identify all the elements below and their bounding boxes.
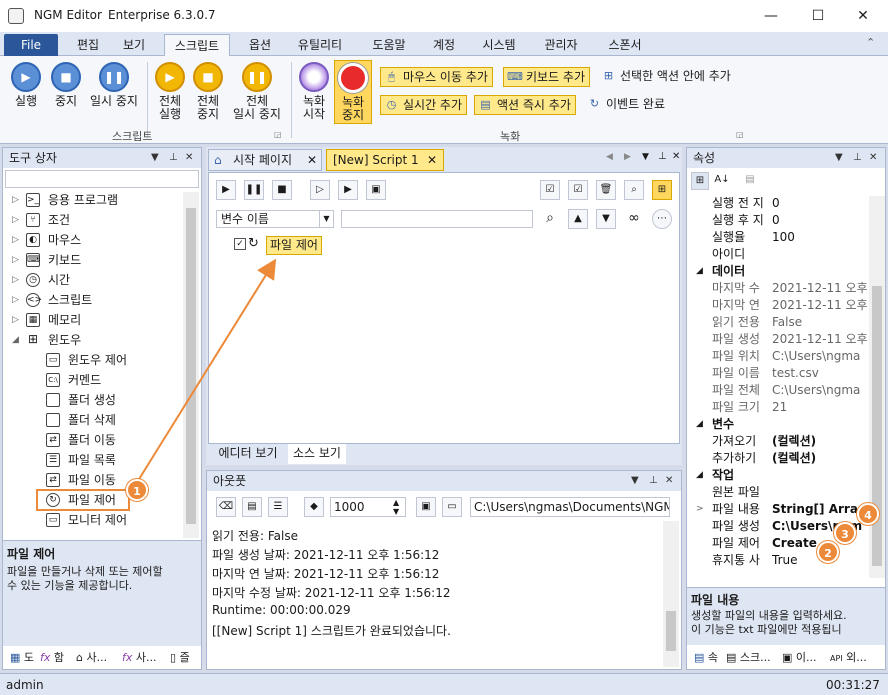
callout-badge-4: 4 (857, 503, 879, 525)
callout-badge-2: 2 (817, 541, 839, 563)
callout-badge-3: 3 (834, 522, 856, 544)
callout-badge-1: 1 (126, 479, 148, 501)
callout-arrow (131, 258, 277, 493)
